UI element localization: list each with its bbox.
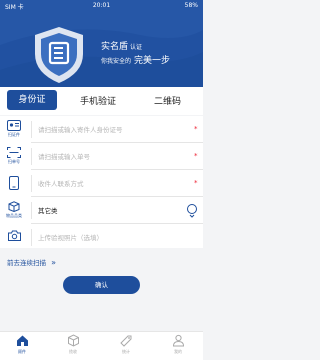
scan-waybill-label: 扫单号 [8, 159, 20, 164]
tab-phone-verification[interactable]: 手机验证 [80, 94, 116, 107]
status-time: 20:01 [92, 2, 111, 9]
home-icon [16, 335, 28, 346]
category-label: 物品品类 [6, 213, 22, 218]
brand-slogan: 你我安全的 完美一步 [101, 53, 170, 66]
nav-label-collect: 揽收 [69, 349, 77, 354]
slogan-prefix: 你我安全的 [101, 58, 132, 65]
camera-button[interactable] [6, 228, 22, 248]
header-banner: SIM 卡 20:01 58% 实名盾 认证 你我安全的 完美一步 [0, 0, 203, 87]
required-mark: * [194, 179, 198, 187]
person-icon [172, 334, 184, 347]
double-chevron-right-icon: » [51, 258, 56, 267]
confirm-button[interactable]: 确认 [63, 276, 140, 294]
verification-tabs: 身份证 手机验证 二维码 [0, 87, 203, 115]
brand-name-text: 实名盾 [101, 42, 129, 52]
shield-logo-icon [35, 27, 83, 83]
upload-photo-input[interactable]: 上传验视照片（选填） [38, 232, 103, 242]
continue-scan-link[interactable]: 前去连续扫描 » [7, 257, 56, 267]
divider [31, 175, 32, 192]
id-number-row: 扫证件 请扫描或输入寄件人身份证号 * [0, 116, 203, 143]
tab-qr-code[interactable]: 二维码 [154, 94, 181, 107]
phone-field-icon-wrap [6, 174, 22, 194]
chevron-down-glyph [189, 214, 195, 218]
package-icon [67, 334, 79, 347]
brand-name: 实名盾 认证 [101, 39, 142, 52]
brand-name-suffix: 认证 [130, 44, 143, 51]
divider [31, 202, 32, 219]
battery-level: 58% [184, 2, 198, 9]
chevron-down-icon[interactable] [187, 204, 197, 218]
divider [31, 148, 32, 165]
tab-id-card[interactable]: 身份证 [7, 90, 57, 110]
nav-label-home: 顾件 [18, 349, 26, 354]
id-number-input[interactable]: 请扫描或输入寄件人身份证号 [38, 124, 123, 134]
divider [31, 121, 32, 138]
required-mark: * [194, 152, 198, 160]
status-bar: SIM 卡 20:01 58% [0, 0, 203, 11]
scan-id-label: 扫证件 [8, 132, 20, 137]
category-select-value[interactable]: 其它类 [38, 205, 58, 215]
photo-row[interactable]: 上传验视照片（选填） [0, 224, 203, 251]
contact-row: 收件人联系方式 * [0, 170, 203, 197]
nav-item-profile[interactable]: 我的 [163, 334, 193, 355]
nav-label-stats: 统计 [122, 349, 130, 354]
nav-item-stats[interactable]: 统计 [111, 334, 141, 355]
required-mark: * [194, 125, 198, 133]
recipient-contact-input[interactable]: 收件人联系方式 [38, 178, 84, 188]
chart-icon [119, 335, 131, 347]
nav-item-home[interactable]: 顾件 [7, 334, 37, 355]
slogan-main: 完美一步 [134, 56, 171, 66]
camera-icon [7, 230, 21, 241]
continue-scan-label: 前去连续扫描 [7, 259, 46, 267]
divider [31, 229, 32, 246]
nav-item-collect[interactable]: 揽收 [58, 334, 88, 355]
nav-label-profile: 我的 [174, 349, 182, 354]
scan-icon [7, 147, 21, 158]
waybill-row: 扫单号 请扫描或输入单号 * [0, 143, 203, 170]
box-icon [8, 201, 20, 212]
shipment-form: 扫证件 请扫描或输入寄件人身份证号 * 扫单号 请扫描或输入单号 * 收件人联系… [0, 116, 203, 248]
waybill-number-input[interactable]: 请扫描或输入单号 [38, 151, 90, 161]
phone-icon [9, 176, 19, 190]
category-row[interactable]: 物品品类 其它类 [0, 197, 203, 224]
id-card-icon [7, 120, 21, 131]
bottom-navigation: 顾件 揽收 统计 我的 [0, 331, 203, 360]
